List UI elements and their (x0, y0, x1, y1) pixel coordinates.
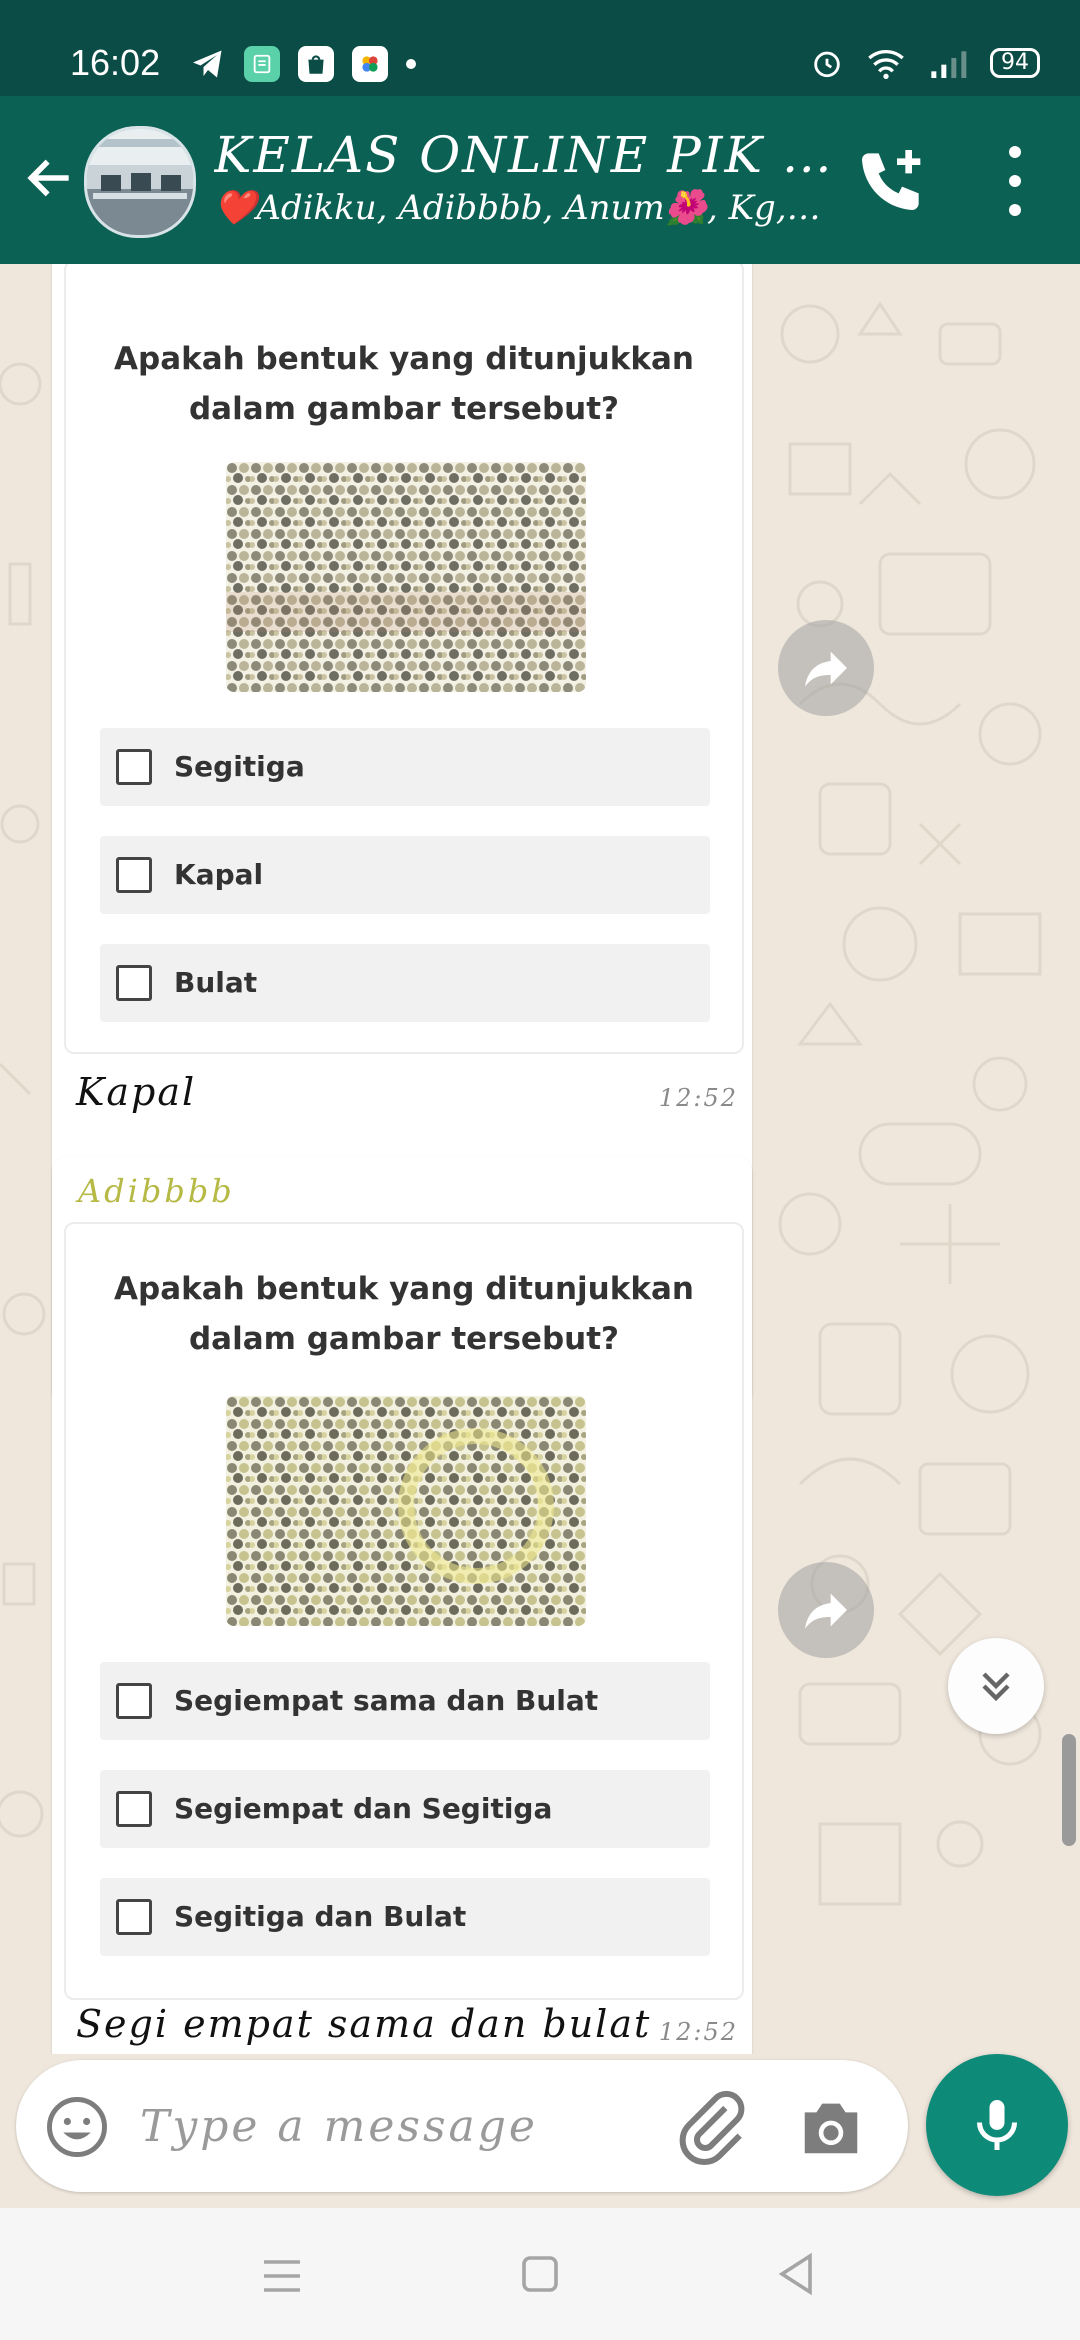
checkbox[interactable] (116, 1899, 152, 1935)
voice-message-button[interactable] (926, 2054, 1068, 2196)
battery-indicator: 94 (990, 48, 1040, 78)
double-chevron-down-icon (982, 1672, 1010, 1702)
option-label: Segiempat sama dan Bulat (174, 1684, 599, 1717)
message-text: Kapal (76, 1070, 197, 1114)
checkbox[interactable] (116, 1791, 152, 1827)
message-composer (16, 2060, 908, 2192)
status-bar: 16:02 94 (0, 0, 1080, 96)
quiz-option[interactable]: Segitiga (100, 728, 710, 806)
forward-button[interactable] (778, 620, 874, 716)
quiz-option[interactable]: Segiempat dan Segitiga (100, 1770, 710, 1848)
attach-icon[interactable] (672, 2088, 752, 2168)
status-system-icons: 94 (810, 46, 1040, 80)
option-label: Segiempat dan Segitiga (174, 1792, 553, 1825)
signal-icon (931, 51, 967, 78)
chat-area[interactable]: Apakah bentuk yang ditunjukkan dalam gam… (0, 264, 1080, 2054)
back-arrow-icon[interactable] (22, 150, 78, 206)
chat-header: KELAS ONLINE PIK KG... ❤️Adikku, Adibbbb… (0, 96, 1080, 264)
forward-icon (805, 651, 847, 687)
quiz-option[interactable]: Bulat (100, 944, 710, 1022)
telegram-icon (193, 50, 222, 78)
color-blind-test-plate (226, 1396, 586, 1626)
system-back-icon[interactable] (776, 2252, 816, 2296)
wifi-icon (868, 50, 904, 79)
scrollbar-thumb[interactable] (1062, 1734, 1076, 1846)
checkbox[interactable] (116, 857, 152, 893)
quiz-question: Apakah bentuk yang ditunjukkan dalam gam… (114, 1271, 694, 1357)
status-notification-icons (190, 46, 416, 82)
recent-apps-icon[interactable] (262, 2258, 302, 2294)
quiz-option[interactable]: Segitiga dan Bulat (100, 1878, 710, 1956)
forward-button[interactable] (778, 1562, 874, 1658)
group-members[interactable]: ❤️Adikku, Adibbbb, Anum🌺, Kg, ... (214, 188, 824, 228)
option-label: Bulat (174, 966, 258, 999)
scroll-to-bottom-button[interactable] (948, 1638, 1044, 1734)
sender-name[interactable]: Adibbbb (78, 1172, 235, 1210)
checkbox[interactable] (116, 965, 152, 1001)
group-avatar[interactable] (84, 126, 196, 238)
emoji-icon[interactable] (44, 2094, 110, 2160)
quiz-image[interactable]: Apakah bentuk yang ditunjukkan dalam gam… (64, 1222, 744, 2000)
option-label: Segitiga (174, 750, 305, 783)
checkbox[interactable] (116, 1683, 152, 1719)
camera-icon[interactable] (796, 2094, 866, 2160)
shop-icon (298, 46, 334, 82)
dot-pattern (226, 1396, 586, 1626)
more-options-icon[interactable] (990, 146, 1040, 216)
message-bubble[interactable]: Adibbbb Apakah bentuk yang ditunjukkan d… (52, 1156, 752, 2054)
app-icon (244, 46, 280, 82)
option-label: Segitiga dan Bulat (174, 1900, 467, 1933)
message-time: 12:52 (658, 1084, 738, 1112)
system-navigation-bar (0, 2208, 1080, 2340)
notification-dot-icon (406, 59, 416, 69)
status-time: 16:02 (70, 42, 161, 83)
message-text: Segi empat sama dan bulat (76, 2002, 652, 2046)
option-label: Kapal (174, 858, 264, 891)
photos-icon (352, 46, 388, 82)
microphone-icon (977, 2100, 1017, 2150)
group-title[interactable]: KELAS ONLINE PIK KG... (214, 126, 854, 184)
add-call-icon[interactable] (852, 140, 932, 220)
quiz-option[interactable]: Kapal (100, 836, 710, 914)
message-time: 12:52 (658, 2018, 738, 2046)
alarm-icon (814, 51, 840, 78)
quiz-question: Apakah bentuk yang ditunjukkan dalam gam… (114, 341, 694, 427)
dot-pattern (226, 462, 586, 692)
color-blind-test-plate (226, 462, 586, 692)
forward-icon (805, 1593, 847, 1629)
checkbox[interactable] (116, 749, 152, 785)
quiz-image[interactable]: Apakah bentuk yang ditunjukkan dalam gam… (64, 264, 744, 1054)
quiz-option[interactable]: Segiempat sama dan Bulat (100, 1662, 710, 1740)
home-icon[interactable] (520, 2254, 560, 2294)
message-input[interactable] (140, 2094, 660, 2158)
